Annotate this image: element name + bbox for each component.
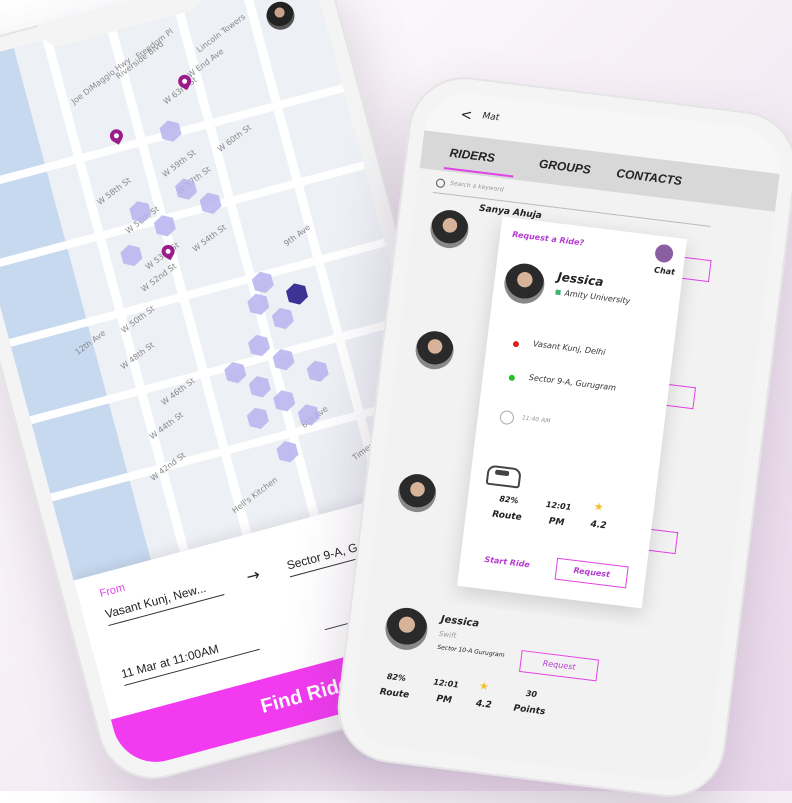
request-button[interactable]: Request <box>554 557 629 589</box>
pickup-location: Vasant Kunj, Delhi <box>532 339 606 358</box>
street-label: W 58th St <box>95 175 133 207</box>
route-percent: 82% <box>386 671 407 684</box>
eta-value: 12:01 <box>432 677 460 690</box>
back-icon[interactable]: < <box>460 107 474 124</box>
clock-icon <box>499 409 515 426</box>
drop-location: Sector 9-A, Gurugram <box>528 372 617 393</box>
points-label: Points <box>512 703 546 718</box>
avatar <box>428 207 471 251</box>
points-value: 30 <box>525 688 538 700</box>
date-time-input[interactable]: 11 Mar at 11:00AM <box>119 631 260 686</box>
eta-label: PM <box>548 516 565 529</box>
pickup-time: 11:40 AM <box>521 414 551 425</box>
popup-title: Request a Ride? <box>511 229 585 248</box>
arrow-right-icon: → <box>244 564 262 587</box>
route-percent: 82% <box>498 494 519 506</box>
chat-label[interactable]: Chat <box>654 265 676 276</box>
avatar <box>395 471 439 515</box>
map-hex <box>270 305 295 331</box>
avatar <box>383 605 430 653</box>
map-hex <box>305 358 330 384</box>
chat-icon[interactable] <box>654 243 675 264</box>
map-hex <box>119 242 144 268</box>
profile-avatar[interactable] <box>263 0 298 33</box>
tab-contacts[interactable]: CONTACTS <box>616 166 683 188</box>
rating-value: 4.2 <box>475 698 493 711</box>
from-label: From <box>98 581 127 600</box>
map-hex <box>247 374 272 400</box>
star-icon: ★ <box>478 679 490 694</box>
request-button[interactable]: Request <box>519 650 600 682</box>
rider-location: Sector 10-A Gurugram <box>436 643 505 659</box>
star-icon: ★ <box>592 499 605 514</box>
map-hex <box>272 388 297 414</box>
page-title: Mat <box>481 111 500 124</box>
car-icon <box>485 464 522 489</box>
map-hex-active <box>285 281 310 307</box>
avatar <box>413 329 456 372</box>
street-label: W 54th St <box>190 222 228 254</box>
active-tab-indicator <box>443 166 514 178</box>
start-ride-button[interactable]: Start Ride <box>484 555 530 569</box>
driver-name: Jessica <box>556 269 605 290</box>
map-hex <box>246 291 271 317</box>
street-label: W 60th St <box>215 122 253 154</box>
rider-name: Jessica <box>440 614 480 630</box>
search-placeholder: Search a keyword <box>449 179 504 194</box>
rating-value: 4.2 <box>589 519 607 532</box>
driver-university: Amity University <box>555 288 631 306</box>
rider-card: Jessica Swift Sector 10-A Gurugram Reque… <box>349 592 723 786</box>
eta-value: 12:01 <box>545 499 572 513</box>
tab-groups[interactable]: GROUPS <box>538 157 591 177</box>
riders-screen: < Mat RIDERS GROUPS CONTACTS Search a ke… <box>349 88 785 786</box>
avatar <box>502 261 547 306</box>
drop-dot-icon <box>508 374 516 382</box>
rider-car: Swift <box>438 629 457 640</box>
route-label: Route <box>491 509 523 524</box>
pickup-dot-icon <box>512 340 520 348</box>
street-label: Freedom Pl <box>134 26 175 61</box>
tab-riders[interactable]: RIDERS <box>449 146 496 165</box>
eta-label: PM <box>435 694 453 706</box>
route-label: Route <box>379 687 410 701</box>
map-hex <box>245 405 270 431</box>
search-icon <box>435 178 446 189</box>
phone-riders: < Mat RIDERS GROUPS CONTACTS Search a ke… <box>331 70 792 803</box>
